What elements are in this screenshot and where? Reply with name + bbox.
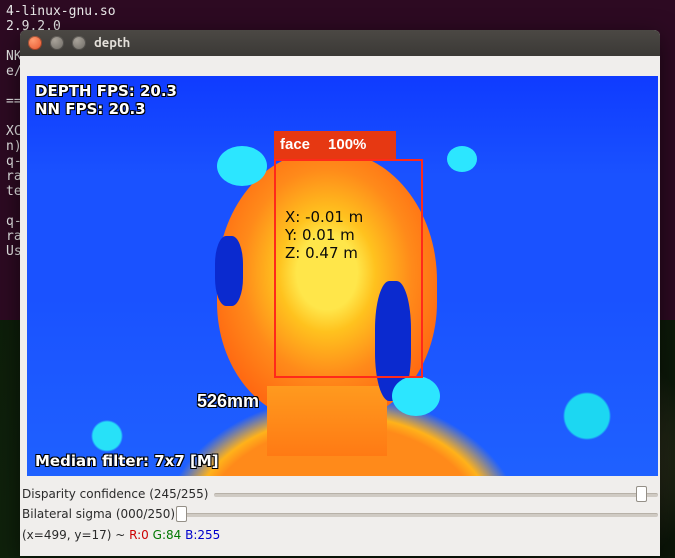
- disparity-slider[interactable]: [214, 486, 658, 502]
- depth-noise: [447, 146, 477, 172]
- window-titlebar[interactable]: depth: [20, 30, 660, 56]
- distance-overlay: 526mm: [197, 391, 259, 412]
- controls-panel: Disparity confidence (245/255) Bilateral…: [22, 484, 658, 542]
- slider-track: [214, 493, 658, 497]
- slider-track: [181, 513, 658, 517]
- pixel-status: (x=499, y=17) ~ R:0 G:84 B:255: [22, 528, 658, 542]
- depth-blob-neck: [267, 386, 387, 456]
- depth-shadow: [215, 236, 243, 306]
- bilateral-slider[interactable]: [181, 506, 658, 522]
- pixel-b: B:255: [185, 528, 220, 542]
- depth-viewport[interactable]: face 100% DEPTH FPS: 20.3 NN FPS: 20.3 X…: [27, 76, 658, 476]
- pixel-r: R:0: [129, 528, 149, 542]
- pixel-coords: (x=499, y=17) ~: [22, 528, 129, 542]
- minimize-icon[interactable]: [50, 36, 64, 50]
- depth-noise: [217, 146, 267, 186]
- disparity-label: Disparity confidence (245/255): [22, 487, 208, 501]
- detection-class: face: [280, 131, 310, 159]
- slider-thumb[interactable]: [176, 506, 187, 522]
- window-title: depth: [94, 36, 130, 50]
- depth-noise: [392, 376, 440, 416]
- detection-label-box: face 100%: [274, 131, 396, 159]
- bilateral-label: Bilateral sigma (000/250): [22, 507, 175, 521]
- slider-thumb[interactable]: [636, 486, 647, 502]
- detection-confidence: 100%: [328, 131, 366, 159]
- pixel-g: G:84: [153, 528, 182, 542]
- depth-window: depth face 100% DEPTH FPS: 20.3 NN FPS: …: [20, 30, 660, 556]
- close-icon[interactable]: [28, 36, 42, 50]
- maximize-icon[interactable]: [72, 36, 86, 50]
- window-client-area: face 100% DEPTH FPS: 20.3 NN FPS: 20.3 X…: [20, 56, 660, 556]
